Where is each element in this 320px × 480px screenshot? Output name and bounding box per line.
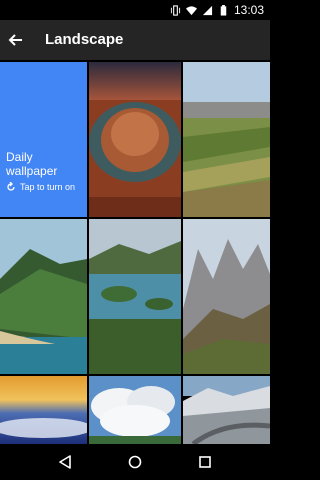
refresh-icon xyxy=(7,182,15,191)
wallpaper-thumbnail[interactable] xyxy=(183,62,270,217)
daily-wallpaper-action[interactable]: Tap to turn on xyxy=(6,182,86,193)
wifi-icon xyxy=(185,5,197,15)
wallpaper-thumbnail[interactable] xyxy=(89,62,181,217)
wallpaper-thumbnail[interactable] xyxy=(0,376,87,444)
wallpaper-thumbnail[interactable] xyxy=(0,219,87,374)
recents-square-icon xyxy=(199,456,211,468)
nav-home-button[interactable] xyxy=(123,450,147,474)
canyon-image xyxy=(89,62,181,217)
battery-icon xyxy=(220,4,227,16)
nav-back-button[interactable] xyxy=(53,450,77,474)
wallpaper-thumbnail[interactable] xyxy=(89,376,181,444)
wallpaper-thumbnail[interactable] xyxy=(89,219,181,374)
bay-image xyxy=(89,219,181,374)
daily-wallpaper-title: Daily wallpaper xyxy=(6,150,58,178)
wallpaper-grid: Daily wallpaper Tap to turn on xyxy=(0,62,270,444)
app-bar: Landscape xyxy=(0,20,270,60)
vibrate-icon xyxy=(170,4,181,16)
signal-icon xyxy=(202,5,213,15)
daily-wallpaper-action-label: Tap to turn on xyxy=(20,182,76,192)
clouds-image xyxy=(89,376,181,444)
back-button[interactable] xyxy=(4,28,28,52)
status-bar: 13:03 xyxy=(0,0,270,20)
daily-wallpaper-tile[interactable]: Daily wallpaper Tap to turn on xyxy=(0,62,87,217)
arrow-back-icon xyxy=(8,34,22,46)
status-time: 13:03 xyxy=(233,3,264,17)
fields-image xyxy=(183,62,270,217)
navigation-bar xyxy=(0,444,270,480)
home-circle-icon xyxy=(128,455,142,469)
mountains-image xyxy=(183,219,270,374)
nav-recents-button[interactable] xyxy=(193,450,217,474)
sunset-image xyxy=(0,376,87,444)
snow-highway-image xyxy=(183,376,270,444)
coast-image xyxy=(0,219,87,374)
wallpaper-thumbnail[interactable] xyxy=(183,376,270,444)
wallpaper-thumbnail[interactable] xyxy=(183,219,270,374)
back-triangle-icon xyxy=(59,455,71,469)
page-title: Landscape xyxy=(45,31,124,48)
